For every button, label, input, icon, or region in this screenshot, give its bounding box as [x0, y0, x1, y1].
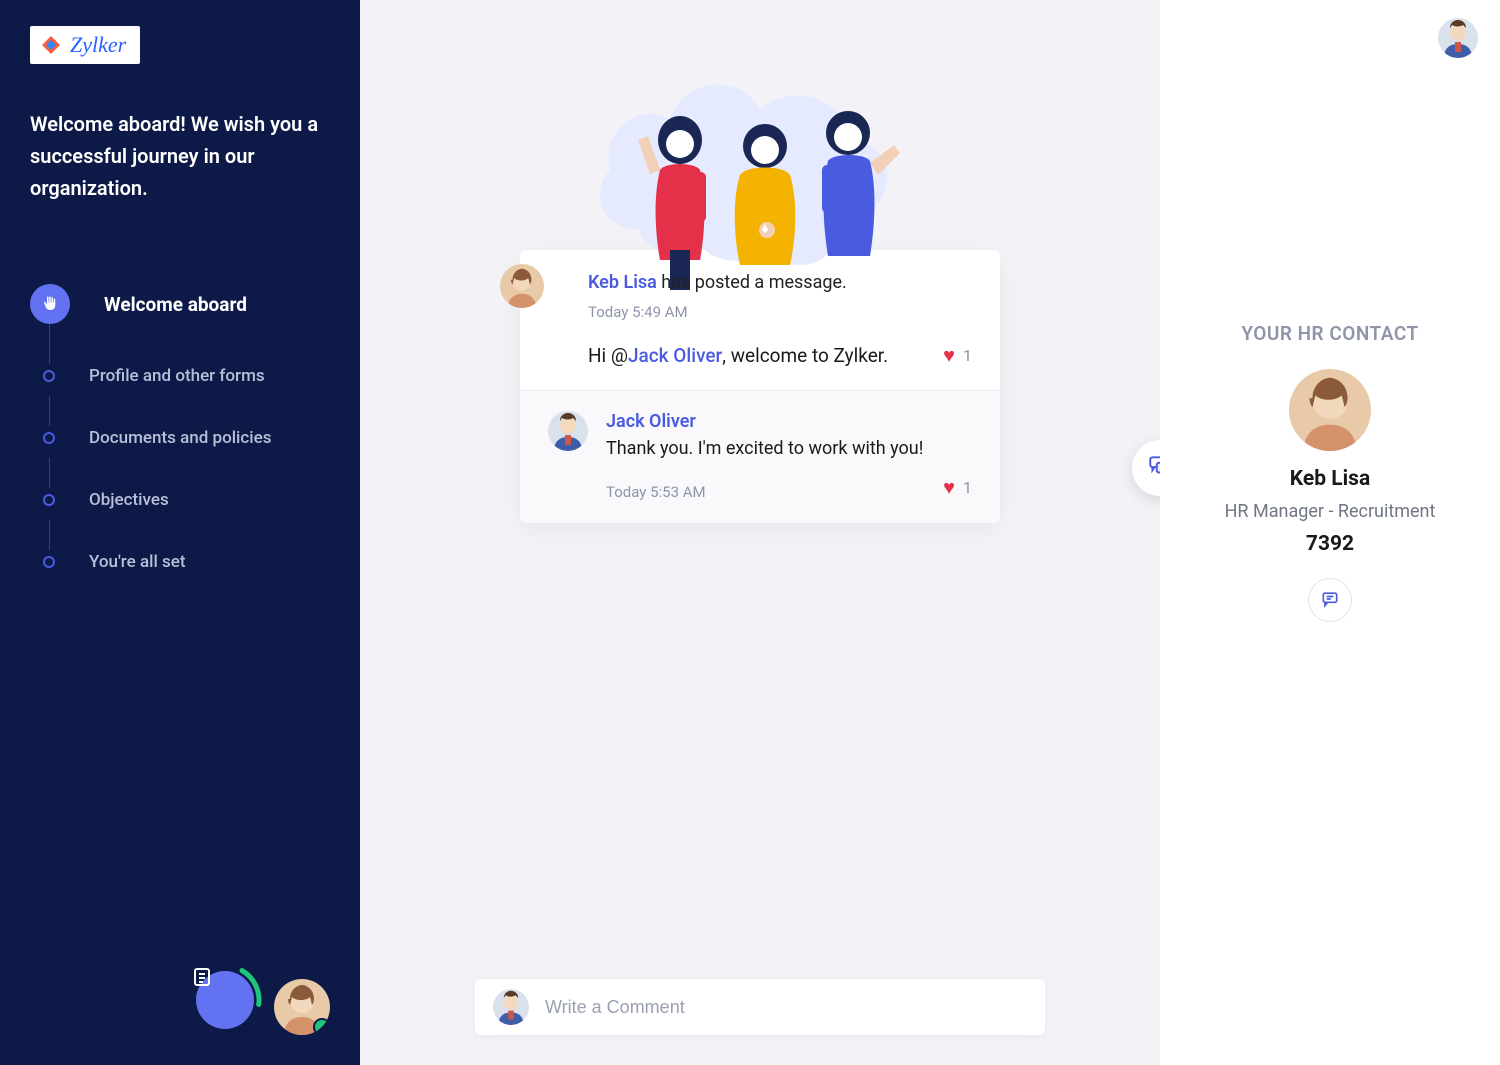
reply-like-button[interactable]: ♥ 1	[943, 475, 972, 500]
step-welcome-aboard[interactable]: Welcome aboard	[30, 274, 330, 334]
right-panel: YOUR HR CONTACT Keb Lisa HR Manager - Re…	[1160, 0, 1500, 1065]
comment-user-avatar[interactable]	[493, 989, 529, 1025]
step-objectives[interactable]: Objectives	[30, 480, 330, 520]
hr-contact-extension: 7392	[1182, 532, 1478, 556]
step-dot-icon	[43, 556, 55, 568]
sidebar: Zylker Welcome aboard! We wish you a suc…	[0, 0, 360, 1065]
post-author-link[interactable]: Keb Lisa	[588, 272, 657, 293]
onboarding-steps: Welcome aboard Profile and other forms D…	[30, 274, 330, 604]
post-action-text: has posted a message.	[657, 272, 847, 293]
logo-icon	[38, 32, 64, 58]
step-label: Documents and policies	[89, 428, 271, 448]
logo-text: Zylker	[70, 32, 126, 58]
step-profile-forms[interactable]: Profile and other forms	[30, 356, 330, 396]
hr-contact-title: HR Manager - Recruitment	[1182, 501, 1478, 522]
mention-link[interactable]: Jack Oliver	[628, 344, 722, 367]
step-dot-icon	[43, 494, 55, 506]
progress-button[interactable]	[190, 965, 260, 1035]
post-author-avatar[interactable]	[500, 264, 544, 308]
post-like-count: 1	[963, 346, 972, 365]
chat-icon	[1320, 589, 1340, 612]
heart-icon: ♥	[943, 343, 955, 368]
hr-chat-button[interactable]	[1308, 578, 1352, 622]
sidebar-bottom	[190, 965, 330, 1035]
hand-icon	[30, 284, 70, 324]
post-like-button[interactable]: ♥ 1	[943, 343, 972, 368]
main-content: Keb Lisa has posted a message. Today 5:4…	[360, 0, 1160, 1065]
step-label: Objectives	[89, 490, 169, 510]
step-dot-icon	[43, 370, 55, 382]
hr-contact-header: YOUR HR CONTACT	[1182, 322, 1478, 345]
heart-icon: ♥	[943, 475, 955, 500]
top-user-avatar[interactable]	[1438, 18, 1478, 58]
reply-like-count: 1	[963, 478, 972, 497]
current-user-avatar[interactable]	[274, 979, 330, 1035]
step-label: You're all set	[89, 552, 186, 572]
logo[interactable]: Zylker	[30, 26, 140, 64]
comment-bar	[475, 979, 1045, 1035]
hr-contact-card: YOUR HR CONTACT Keb Lisa HR Manager - Re…	[1182, 322, 1478, 622]
welcome-post: Keb Lisa has posted a message. Today 5:4…	[520, 250, 1000, 523]
step-label: Profile and other forms	[89, 366, 265, 386]
welcome-message: Welcome aboard! We wish you a successful…	[30, 108, 330, 204]
reply-timestamp: Today 5:53 AM	[606, 483, 706, 501]
hr-contact-avatar[interactable]	[1289, 369, 1371, 451]
step-dot-icon	[43, 432, 55, 444]
post-message-text: Hi @Jack Oliver, welcome to Zylker.	[588, 344, 888, 367]
reply-author-avatar[interactable]	[548, 411, 588, 451]
step-all-set[interactable]: You're all set	[30, 542, 330, 582]
post-timestamp: Today 5:49 AM	[588, 303, 972, 321]
step-label: Welcome aboard	[104, 293, 247, 316]
welcome-illustration	[520, 30, 1000, 260]
comment-input[interactable]	[545, 997, 1027, 1018]
reply: Jack Oliver Thank you. I'm excited to wo…	[520, 390, 1000, 523]
hr-contact-name: Keb Lisa	[1182, 467, 1478, 491]
step-documents-policies[interactable]: Documents and policies	[30, 418, 330, 458]
reply-author-link[interactable]: Jack Oliver	[606, 411, 972, 432]
reply-text: Thank you. I'm excited to work with you!	[606, 438, 972, 459]
